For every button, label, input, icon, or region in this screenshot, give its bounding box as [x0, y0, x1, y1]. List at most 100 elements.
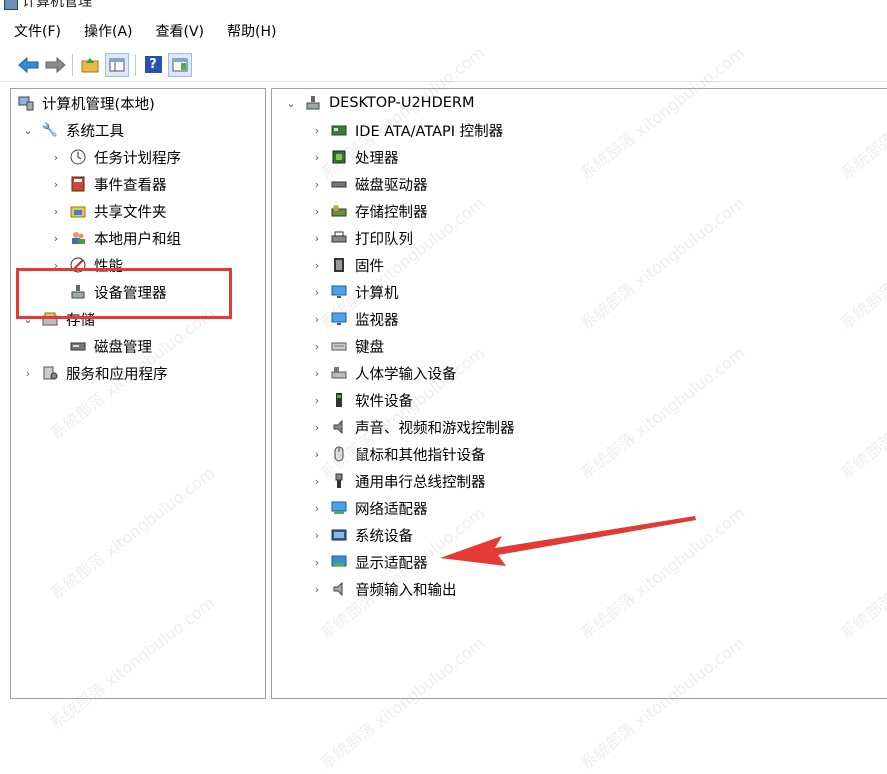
- device-category-label: 系统设备: [355, 528, 413, 545]
- dev-audio[interactable]: › 声音、视频和游戏控制器: [310, 414, 515, 440]
- chevron-right-icon[interactable]: ›: [310, 204, 324, 218]
- annotation-arrow: [440, 516, 696, 566]
- device-tree-pane: ⌄ DESKTOP-U2HDERM › IDE ATA/ATAPI 控制器 › 处理器…: [271, 88, 887, 699]
- device-category-label: 存储控制器: [355, 204, 428, 221]
- tree-event-viewer[interactable]: › 事件查看器: [49, 171, 167, 197]
- chevron-right-icon[interactable]: ›: [310, 366, 324, 380]
- dev-usb[interactable]: › 通用串行总线控制器: [310, 468, 486, 494]
- chevron-right-icon[interactable]: ›: [49, 231, 63, 245]
- ide-controller-icon: [330, 121, 348, 139]
- tree-label: 本地用户和组: [94, 231, 181, 248]
- chevron-right-icon[interactable]: ›: [49, 204, 63, 218]
- device-category-label: 键盘: [355, 339, 384, 356]
- forward-button[interactable]: [44, 54, 66, 76]
- tree-system-tools[interactable]: ⌄ 🔧 系统工具: [21, 117, 124, 143]
- storage-controller-icon: [330, 202, 348, 220]
- dev-network[interactable]: › 网络适配器: [310, 495, 428, 521]
- chevron-right-icon[interactable]: ›: [310, 582, 324, 596]
- chevron-right-icon[interactable]: ›: [310, 528, 324, 542]
- dev-keyboard[interactable]: › 键盘: [310, 333, 384, 359]
- highlight-box: [16, 268, 232, 319]
- device-root[interactable]: ⌄ DESKTOP-U2HDERM: [284, 90, 474, 116]
- monitor-icon: [330, 283, 348, 301]
- menu-view[interactable]: 查看(V): [142, 18, 214, 46]
- dev-monitors[interactable]: › 监视器: [310, 306, 399, 332]
- display-adapter-icon: [330, 553, 348, 571]
- show-action-pane-button[interactable]: [168, 52, 192, 77]
- action-pane-icon: [172, 58, 188, 71]
- chevron-right-icon[interactable]: ›: [310, 177, 324, 191]
- chevron-right-icon[interactable]: ›: [310, 312, 324, 326]
- back-button[interactable]: [18, 54, 40, 76]
- tree-services-apps[interactable]: › 服务和应用程序: [21, 360, 168, 386]
- dev-firmware[interactable]: › 固件: [310, 252, 384, 278]
- tree-label: 计算机管理(本地): [42, 96, 155, 113]
- chevron-right-icon[interactable]: ›: [310, 501, 324, 515]
- help-icon: ?: [144, 56, 162, 73]
- keyboard-icon: [330, 337, 348, 355]
- dev-display[interactable]: › 显示适配器: [310, 549, 428, 575]
- chevron-down-icon[interactable]: ⌄: [21, 123, 35, 137]
- chevron-right-icon[interactable]: ›: [310, 447, 324, 461]
- device-category-label: 网络适配器: [355, 501, 428, 518]
- device-category-label: 人体学输入设备: [355, 366, 457, 383]
- dev-software[interactable]: › 软件设备: [310, 387, 413, 413]
- event-viewer-icon: [69, 175, 87, 193]
- tree-label: 事件查看器: [94, 177, 167, 194]
- chevron-right-icon[interactable]: ›: [310, 231, 324, 245]
- dev-hid[interactable]: › 人体学输入设备: [310, 360, 457, 386]
- dev-system[interactable]: › 系统设备: [310, 522, 413, 548]
- usb-icon: [330, 472, 348, 490]
- services-icon: [41, 364, 59, 382]
- software-device-icon: [330, 391, 348, 409]
- tree-label: 服务和应用程序: [66, 366, 168, 383]
- computer-mgmt-icon: [4, 0, 18, 10]
- tools-icon: 🔧: [41, 122, 59, 138]
- chevron-right-icon[interactable]: ›: [310, 555, 324, 569]
- tree-label: 共享文件夹: [94, 204, 167, 221]
- computer-icon: [304, 94, 322, 112]
- dev-computer[interactable]: › 计算机: [310, 279, 399, 305]
- chevron-right-icon[interactable]: ›: [310, 420, 324, 434]
- show-hide-tree-button[interactable]: [105, 52, 129, 77]
- dev-mouse[interactable]: › 鼠标和其他指针设备: [310, 441, 486, 467]
- chevron-right-icon[interactable]: ›: [310, 285, 324, 299]
- help-button[interactable]: ?: [142, 54, 164, 76]
- chevron-down-icon[interactable]: ⌄: [284, 96, 298, 110]
- tree-local-users[interactable]: › 本地用户和组: [49, 225, 181, 251]
- device-category-label: 计算机: [355, 285, 399, 302]
- dev-disk-drives[interactable]: › 磁盘驱动器: [310, 171, 428, 197]
- menu-help[interactable]: 帮助(H): [213, 18, 285, 46]
- mouse-icon: [330, 445, 348, 463]
- tree-label: 磁盘管理: [94, 339, 152, 356]
- dev-ide[interactable]: › IDE ATA/ATAPI 控制器: [310, 117, 503, 143]
- chevron-right-icon[interactable]: ›: [310, 339, 324, 353]
- dev-print-queue[interactable]: › 打印队列: [310, 225, 413, 251]
- up-folder-button[interactable]: [79, 54, 101, 76]
- chevron-right-icon[interactable]: ›: [49, 150, 63, 164]
- tree-shared-folders[interactable]: › 共享文件夹: [49, 198, 167, 224]
- chevron-right-icon[interactable]: ›: [310, 393, 324, 407]
- chevron-right-icon[interactable]: ›: [21, 366, 35, 380]
- dev-processor[interactable]: › 处理器: [310, 144, 399, 170]
- tree-disk-management[interactable]: 磁盘管理: [69, 333, 152, 359]
- processor-icon: [330, 148, 348, 166]
- dev-audio-io[interactable]: › 音频输入和输出: [310, 576, 457, 602]
- dev-storage-ctrl[interactable]: › 存储控制器: [310, 198, 428, 224]
- toolbar-separator: [72, 53, 73, 76]
- menu-file[interactable]: 文件(F): [0, 18, 70, 46]
- menu-action[interactable]: 操作(A): [70, 18, 142, 46]
- chevron-right-icon[interactable]: ›: [310, 258, 324, 272]
- device-category-label: 打印队列: [355, 231, 413, 248]
- chevron-right-icon[interactable]: ›: [310, 474, 324, 488]
- system-device-icon: [330, 526, 348, 544]
- chevron-right-icon[interactable]: ›: [49, 177, 63, 191]
- device-category-label: 磁盘驱动器: [355, 177, 428, 194]
- tree-root[interactable]: 计算机管理(本地): [17, 90, 155, 116]
- tree-label: 任务计划程序: [94, 150, 181, 167]
- tree-task-scheduler[interactable]: › 任务计划程序: [49, 144, 181, 170]
- chevron-right-icon[interactable]: ›: [310, 150, 324, 164]
- disk-drive-icon: [330, 175, 348, 193]
- chevron-right-icon[interactable]: ›: [310, 123, 324, 137]
- tree-label: 系统工具: [66, 123, 124, 140]
